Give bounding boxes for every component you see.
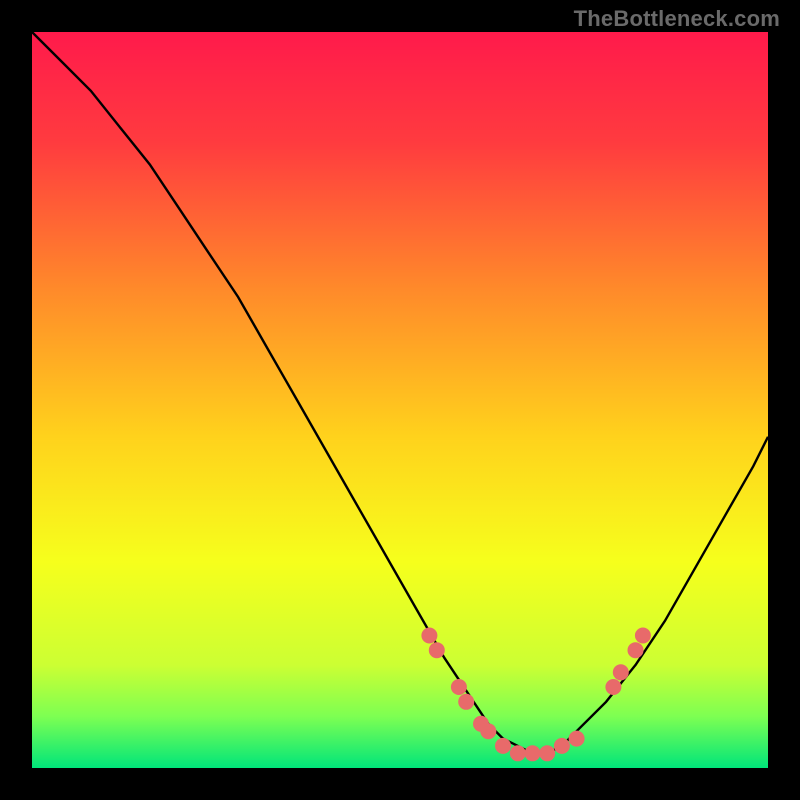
marker-point — [451, 679, 467, 695]
marker-point — [605, 679, 621, 695]
marker-point — [554, 738, 570, 754]
marker-point — [635, 628, 651, 644]
bottleneck-chart — [32, 32, 768, 768]
gradient-background — [32, 32, 768, 768]
marker-point — [613, 664, 629, 680]
marker-point — [495, 738, 511, 754]
marker-point — [569, 731, 585, 747]
chart-frame: TheBottleneck.com — [0, 0, 800, 800]
marker-point — [458, 694, 474, 710]
watermark-text: TheBottleneck.com — [574, 6, 780, 32]
marker-point — [628, 642, 644, 658]
marker-point — [421, 628, 437, 644]
marker-point — [525, 745, 541, 761]
marker-point — [480, 723, 496, 739]
marker-point — [510, 745, 526, 761]
marker-point — [539, 745, 555, 761]
plot-area — [32, 32, 768, 768]
marker-point — [429, 642, 445, 658]
